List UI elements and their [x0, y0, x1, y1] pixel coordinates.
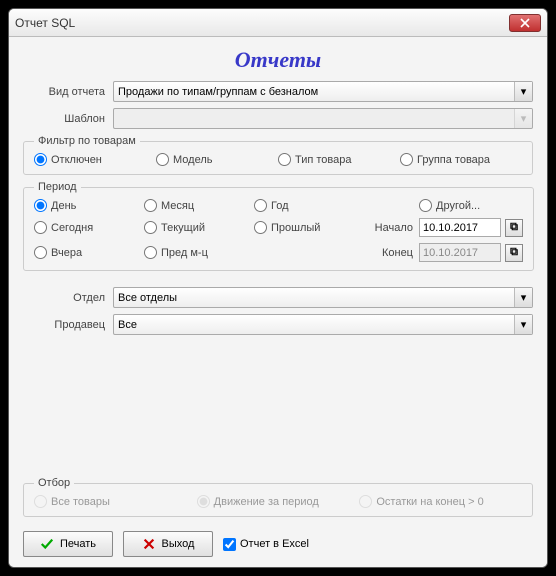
period-today[interactable]: Сегодня [34, 221, 144, 234]
report-type-value: Продажи по типам/группам с безналом [118, 86, 318, 98]
selection-radios: Все товары Движение за период Остатки на… [34, 495, 522, 508]
titlebar: Отчет SQL [9, 9, 547, 37]
calendar-icon: ⧉ [510, 246, 518, 259]
chevron-down-icon: ▾ [514, 82, 532, 101]
period-fieldset: Период День Месяц Год Другой... Сегодня … [23, 181, 534, 271]
department-row: Отдел Все отделы ▾ [23, 287, 533, 308]
window-title: Отчет SQL [15, 16, 509, 30]
template-select: ▾ [113, 108, 533, 129]
department-value: Все отделы [118, 292, 177, 304]
selection-fieldset: Отбор Все товары Движение за период Оста… [23, 477, 533, 517]
period-current[interactable]: Текущий [144, 221, 254, 234]
start-calendar-button[interactable]: ⧉ [505, 219, 523, 237]
end-label: Конец [364, 247, 419, 259]
filter-fieldset: Фильтр по товарам Отключен Модель Тип то… [23, 135, 533, 175]
seller-select[interactable]: Все ▾ [113, 314, 533, 335]
excel-checkbox-input[interactable] [223, 538, 236, 551]
selection-movement: Движение за период [197, 495, 360, 508]
calendar-icon: ⧉ [510, 221, 518, 234]
exit-label: Выход [162, 538, 195, 550]
period-yesterday[interactable]: Вчера [34, 246, 144, 259]
period-grid: День Месяц Год Другой... Сегодня Текущий… [34, 199, 523, 262]
content: Отчеты Вид отчета Продажи по типам/групп… [9, 37, 547, 567]
close-button[interactable] [509, 14, 541, 32]
period-other[interactable]: Другой... [419, 199, 523, 212]
filter-off[interactable]: Отключен [34, 153, 156, 166]
report-type-label: Вид отчета [23, 86, 113, 98]
button-row: Печать Выход Отчет в Excel [23, 531, 533, 557]
filter-type[interactable]: Тип товара [278, 153, 400, 166]
window: Отчет SQL Отчеты Вид отчета Продажи по т… [8, 8, 548, 568]
print-button[interactable]: Печать [23, 531, 113, 557]
selection-all: Все товары [34, 495, 197, 508]
chevron-down-icon: ▾ [514, 109, 532, 128]
end-date-input [419, 243, 501, 262]
selection-legend: Отбор [34, 477, 74, 489]
chevron-down-icon: ▾ [514, 288, 532, 307]
x-icon [142, 537, 156, 551]
period-prevmonth[interactable]: Пред м-ц [144, 246, 254, 259]
end-calendar-button[interactable]: ⧉ [505, 244, 523, 262]
filter-radios: Отключен Модель Тип товара Группа товара [34, 153, 522, 166]
end-date: ⧉ [419, 243, 523, 262]
period-last[interactable]: Прошлый [254, 221, 364, 234]
period-year[interactable]: Год [254, 199, 364, 212]
department-label: Отдел [23, 292, 113, 304]
print-label: Печать [60, 538, 96, 550]
selection-stock: Остатки на конец > 0 [359, 495, 522, 508]
template-label: Шаблон [23, 113, 113, 125]
excel-checkbox[interactable]: Отчет в Excel [223, 538, 309, 551]
seller-label: Продавец [23, 319, 113, 331]
seller-row: Продавец Все ▾ [23, 314, 533, 335]
close-icon [520, 18, 530, 28]
start-date-input[interactable] [419, 218, 501, 237]
period-day[interactable]: День [34, 199, 144, 212]
chevron-down-icon: ▾ [514, 315, 532, 334]
page-title: Отчеты [23, 47, 533, 73]
report-type-row: Вид отчета Продажи по типам/группам с бе… [23, 81, 533, 102]
excel-label: Отчет в Excel [240, 538, 309, 550]
report-type-select[interactable]: Продажи по типам/группам с безналом ▾ [113, 81, 533, 102]
period-legend: Период [34, 181, 81, 193]
check-icon [40, 537, 54, 551]
start-date: ⧉ [419, 218, 523, 237]
template-row: Шаблон ▾ [23, 108, 533, 129]
department-select[interactable]: Все отделы ▾ [113, 287, 533, 308]
seller-value: Все [118, 319, 137, 331]
filter-model[interactable]: Модель [156, 153, 278, 166]
filter-legend: Фильтр по товарам [34, 135, 140, 147]
period-month[interactable]: Месяц [144, 199, 254, 212]
filter-group[interactable]: Группа товара [400, 153, 522, 166]
start-label: Начало [364, 222, 419, 234]
exit-button[interactable]: Выход [123, 531, 213, 557]
